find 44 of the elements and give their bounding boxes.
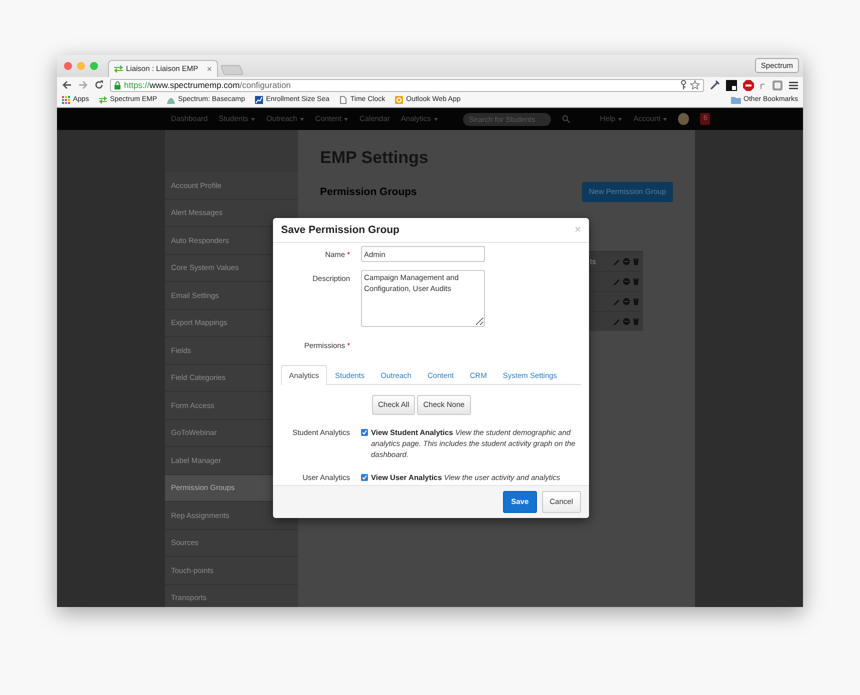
square-extension-icon[interactable] [772, 80, 783, 90]
page-icon [339, 96, 348, 104]
url-text: https://www.spectrumemp.com/configuration [124, 78, 291, 92]
minus-circle-icon[interactable] [623, 278, 630, 285]
arrows-icon [114, 65, 123, 73]
trash-icon[interactable] [633, 258, 639, 265]
eyedropper-icon[interactable] [710, 80, 720, 90]
trash-icon[interactable] [633, 298, 639, 305]
stop-sign-icon[interactable] [743, 80, 754, 90]
menu-icon[interactable] [789, 80, 798, 90]
minimize-window-button[interactable] [77, 62, 85, 70]
minus-circle-icon[interactable] [623, 318, 630, 325]
checkbox[interactable] [361, 428, 368, 436]
tab-close-button[interactable]: × [206, 64, 212, 74]
chart-icon [254, 96, 263, 104]
pencil-icon[interactable] [613, 278, 620, 285]
search-icon[interactable] [562, 115, 570, 123]
trash-icon[interactable] [633, 278, 639, 285]
folder-icon [730, 96, 741, 104]
arrows-icon [98, 96, 107, 104]
address-bar[interactable]: https://www.spectrumemp.com/configuration [110, 78, 704, 92]
extension-icon[interactable] [726, 80, 737, 90]
close-window-button[interactable] [64, 62, 72, 70]
avatar[interactable] [678, 113, 690, 125]
section-title: Permission Groups [320, 186, 417, 198]
star-icon[interactable] [690, 80, 700, 90]
key-icon[interactable] [680, 80, 687, 90]
back-icon[interactable] [62, 80, 72, 90]
new-tab-button[interactable] [220, 65, 244, 75]
checkbox[interactable] [361, 474, 368, 482]
hill-icon [167, 96, 176, 104]
reload-icon[interactable] [94, 80, 104, 90]
zoom-window-button[interactable] [90, 62, 98, 70]
pencil-icon[interactable] [613, 318, 620, 325]
lock-icon [114, 80, 121, 90]
pencil-icon[interactable] [613, 298, 620, 305]
minus-circle-icon[interactable] [623, 298, 630, 305]
trash-icon[interactable] [633, 318, 639, 325]
close-button[interactable]: × [574, 224, 581, 236]
forward-icon[interactable] [78, 80, 88, 90]
pencil-icon[interactable] [613, 258, 620, 265]
apps-grid-icon [62, 96, 70, 104]
outlook-icon [395, 96, 404, 104]
minus-circle-icon[interactable] [623, 258, 630, 265]
